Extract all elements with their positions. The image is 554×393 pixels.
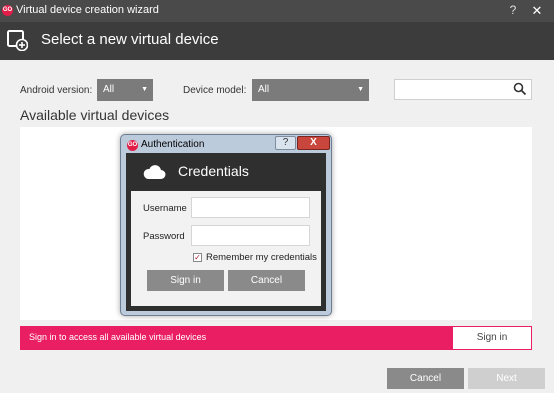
available-devices-heading: Available virtual devices <box>20 107 170 123</box>
android-version-value: All <box>103 84 115 95</box>
device-model-dropdown[interactable]: All ▼ <box>252 79 369 101</box>
dialog-signin-button[interactable]: Sign in <box>147 270 224 291</box>
wizard-header: Select a new virtual device <box>0 22 554 60</box>
signin-banner: Sign in to access all available virtual … <box>20 326 532 350</box>
window-titlebar[interactable]: GO Virtual device creation wizard ? ✕ <box>0 0 554 22</box>
dialog-title: Authentication <box>141 139 205 150</box>
page-title: Select a new virtual device <box>41 31 219 48</box>
credentials-form: Username Password ✓ Remember my credenti… <box>131 191 321 306</box>
cancel-button[interactable]: Cancel <box>387 368 464 389</box>
app-logo-icon: GO <box>2 5 13 16</box>
password-field[interactable] <box>191 225 310 246</box>
device-model-label: Device model: <box>183 85 247 96</box>
dialog-content: Credentials Username Password ✓ Remember… <box>126 153 326 311</box>
device-model-value: All <box>258 84 270 95</box>
search-input[interactable] <box>394 79 532 100</box>
android-version-label: Android version: <box>20 85 93 96</box>
dialog-header: Credentials <box>126 153 326 191</box>
add-device-icon <box>7 30 28 51</box>
search-icon <box>513 82 527 96</box>
remember-label: Remember my credentials <box>206 252 317 263</box>
authentication-dialog: GO Authentication ? X Credentials Userna… <box>120 134 332 316</box>
close-button[interactable]: ✕ <box>522 1 552 20</box>
cloud-icon <box>143 165 166 179</box>
dialog-close-button[interactable]: X <box>297 136 330 150</box>
next-button[interactable]: Next <box>468 368 545 389</box>
signin-message: Sign in to access all available virtual … <box>29 332 207 342</box>
signin-button[interactable]: Sign in <box>453 327 531 349</box>
password-label: Password <box>143 231 185 242</box>
remember-checkbox[interactable]: ✓ <box>193 253 202 262</box>
dialog-help-button[interactable]: ? <box>275 136 296 150</box>
android-version-dropdown[interactable]: All ▼ <box>97 79 153 101</box>
username-field[interactable] <box>191 197 310 218</box>
help-icon[interactable]: ? <box>505 3 521 18</box>
app-logo-icon: GO <box>127 140 138 151</box>
dialog-cancel-button[interactable]: Cancel <box>228 270 305 291</box>
triangle-down-icon: ▼ <box>357 86 364 93</box>
username-label: Username <box>143 203 187 214</box>
window-title: Virtual device creation wizard <box>16 4 159 16</box>
triangle-down-icon: ▼ <box>141 86 148 93</box>
credentials-heading: Credentials <box>178 163 249 179</box>
